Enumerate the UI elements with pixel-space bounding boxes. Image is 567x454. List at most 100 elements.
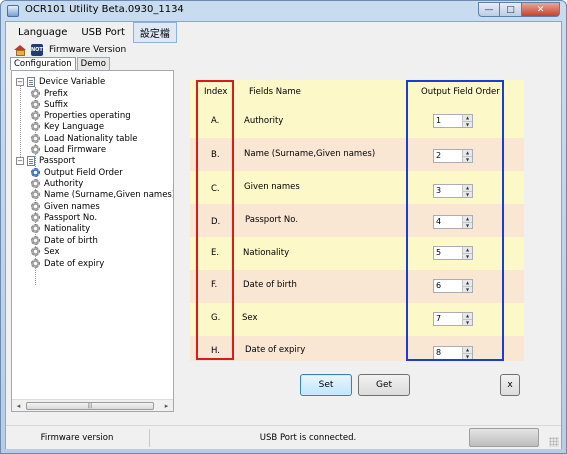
- output-field-order-panel: Index Fields Name Output Field Order A. …: [178, 70, 532, 396]
- tab-strip: Configuration Demo: [10, 57, 111, 70]
- set-button[interactable]: Set: [300, 374, 352, 396]
- tree-item-date-of-birth[interactable]: Date of birth: [31, 235, 98, 246]
- tree-item-label: Passport No.: [44, 212, 98, 223]
- tree-item-sex[interactable]: Sex: [31, 246, 60, 257]
- tree-item-suffix[interactable]: Suffix: [31, 99, 68, 110]
- gear-icon: [31, 259, 40, 268]
- collapse-icon[interactable]: −: [16, 156, 24, 165]
- gear-icon: [31, 134, 40, 143]
- tree-item-key-language[interactable]: Key Language: [31, 121, 104, 132]
- tree-item-properties-operating[interactable]: Properties operating: [31, 110, 131, 121]
- tree-item-label: Suffix: [44, 99, 69, 110]
- gear-icon: [31, 236, 40, 245]
- tree-item-label: Date of birth: [44, 235, 98, 246]
- window-title: OCR101 Utility Beta.0930_1134: [25, 4, 184, 15]
- tree-item-name[interactable]: Name (Surname,Given names): [31, 189, 173, 200]
- row-field-name: Nationality: [243, 248, 290, 258]
- menu-language[interactable]: Language: [12, 25, 73, 40]
- app-window: OCR101 Utility Beta.0930_1134 — □ ✕ Lang…: [0, 0, 567, 454]
- tree-group-device-variable[interactable]: − Device Variable: [16, 76, 105, 87]
- tree-item-nationality[interactable]: Nationality: [31, 223, 90, 234]
- tree-item-output-field-order[interactable]: Output Field Order: [31, 167, 123, 178]
- tree-item-date-of-expiry[interactable]: Date of expiry: [31, 258, 104, 269]
- tree-group-label: Passport: [39, 155, 76, 166]
- tree-connector: [20, 83, 21, 161]
- tree-item-given-names[interactable]: Given names: [31, 201, 100, 212]
- menu-bar: Language USB Port 設定檔: [6, 21, 561, 43]
- home-icon[interactable]: [14, 44, 27, 56]
- maximize-button[interactable]: □: [500, 2, 522, 17]
- index-column-highlight: [196, 80, 234, 360]
- collapse-icon[interactable]: −: [16, 77, 24, 86]
- tree-item-prefix[interactable]: Prefix: [31, 88, 68, 99]
- scroll-right-icon[interactable]: ▸: [162, 402, 171, 410]
- row-field-name: Passport No.: [245, 215, 299, 225]
- tree-item-load-firmware[interactable]: Load Firmware: [31, 144, 106, 155]
- tab-demo[interactable]: Demo: [76, 57, 110, 70]
- document-icon: [27, 155, 35, 166]
- title-bar[interactable]: OCR101 Utility Beta.0930_1134 — □ ✕: [1, 1, 566, 21]
- tree-item-load-nationality-table[interactable]: Load Nationality table: [31, 133, 137, 144]
- status-firmware-version: Firmware version: [40, 433, 114, 443]
- tree-item-label: Sex: [44, 246, 60, 257]
- output-order-column-highlight: [406, 80, 504, 361]
- tree-item-authority[interactable]: Authority: [31, 178, 83, 189]
- tree-item-label: Prefix: [44, 88, 68, 99]
- tree-item-label: Name (Surname,Given names): [44, 189, 173, 200]
- menu-usb-port[interactable]: USB Port: [75, 25, 131, 40]
- gear-icon: [31, 168, 40, 177]
- get-button[interactable]: Get: [358, 374, 410, 396]
- gear-icon: [31, 247, 40, 256]
- gear-icon: [31, 100, 40, 109]
- gear-icon: [31, 224, 40, 233]
- firmware-version-label: Firmware Version: [49, 45, 127, 55]
- toolbar: NOTE Firmware Version: [6, 42, 561, 58]
- client-area: Language USB Port 設定檔 NOTE Firmware Vers…: [5, 21, 562, 449]
- row-field-name: Date of birth: [243, 280, 297, 290]
- scroll-thumb[interactable]: |||: [26, 402, 154, 410]
- window-controls: — □ ✕: [478, 2, 560, 17]
- resize-grip-icon[interactable]: [549, 437, 559, 447]
- gear-icon: [31, 89, 40, 98]
- status-indicator: [469, 428, 539, 447]
- tree-item-label: Authority: [44, 178, 84, 189]
- row-field-name: Sex: [242, 313, 258, 323]
- document-icon: [27, 76, 35, 87]
- tree-group-label: Device Variable: [39, 76, 106, 87]
- gear-icon: [31, 111, 40, 120]
- tree-item-label: Nationality: [44, 223, 91, 234]
- status-bar: Firmware version USB Port is connected.: [6, 425, 561, 449]
- status-usb-connection: USB Port is connected.: [259, 433, 357, 443]
- row-field-name: Date of expiry: [245, 345, 306, 355]
- settings-tree: − Device Variable Prefix Suffix Properti…: [11, 70, 174, 412]
- menu-config-file[interactable]: 設定檔: [132, 21, 177, 43]
- gear-icon: [31, 190, 40, 199]
- tree-item-label: Key Language: [44, 121, 105, 132]
- tree-horizontal-scrollbar[interactable]: ◂ ||| ▸: [12, 399, 173, 411]
- tree-item-passport-no[interactable]: Passport No.: [31, 212, 97, 223]
- row-field-name: Authority: [244, 116, 284, 126]
- header-fields-name: Fields Name: [249, 87, 301, 97]
- tree-item-label: Load Firmware: [44, 144, 107, 155]
- tab-configuration[interactable]: Configuration: [10, 57, 76, 70]
- minimize-button[interactable]: —: [478, 2, 500, 17]
- tree-group-passport[interactable]: − Passport: [16, 155, 75, 166]
- gear-icon: [31, 145, 40, 154]
- gear-icon: [31, 179, 40, 188]
- gear-icon: [31, 122, 40, 131]
- close-panel-button[interactable]: x: [500, 374, 520, 396]
- close-window-button[interactable]: ✕: [522, 2, 560, 17]
- note-icon[interactable]: NOTE: [31, 44, 46, 56]
- field-order-grid: Index Fields Name Output Field Order A. …: [190, 80, 524, 370]
- tree-item-label: Load Nationality table: [44, 133, 138, 144]
- scroll-left-icon[interactable]: ◂: [14, 402, 23, 410]
- app-icon: [7, 5, 19, 17]
- tree-item-label: Properties operating: [44, 110, 131, 121]
- row-field-name: Given names: [244, 182, 300, 192]
- tree-item-label: Date of expiry: [44, 258, 105, 269]
- row-field-name: Name (Surname,Given names): [244, 149, 376, 159]
- gear-icon: [31, 213, 40, 222]
- gear-icon: [31, 202, 40, 211]
- tree-content: − Device Variable Prefix Suffix Properti…: [12, 71, 173, 399]
- tree-item-label: Given names: [44, 201, 100, 212]
